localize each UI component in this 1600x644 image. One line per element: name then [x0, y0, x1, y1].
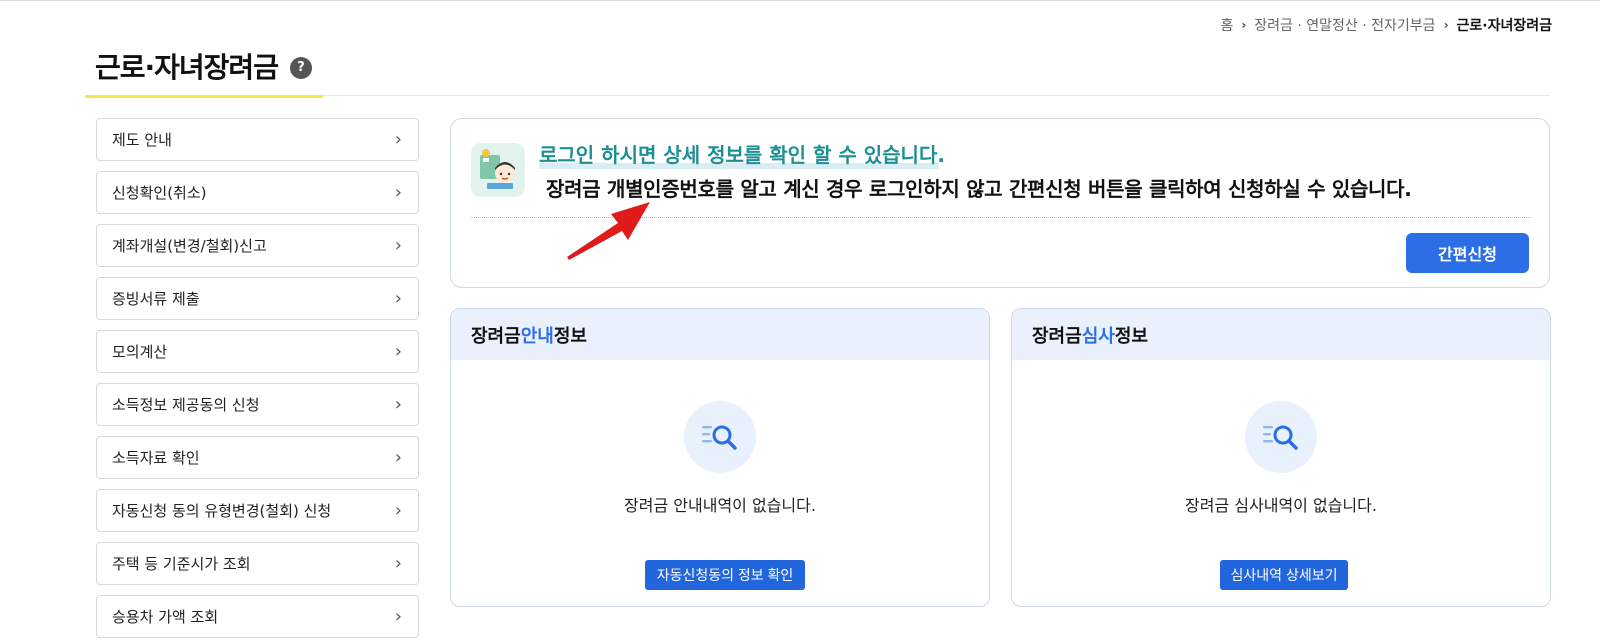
- breadcrumb: 홈 › 장려금 · 연말정산 · 전자기부금 › 근로·자녀장려금: [1220, 15, 1552, 35]
- sidebar-item-application-check[interactable]: 신청확인(취소) ›: [96, 171, 419, 214]
- sidebar-item-document-submit[interactable]: 증빙서류 제출 ›: [96, 277, 419, 320]
- auto-apply-consent-button[interactable]: 자동신청동의 정보 확인: [645, 560, 805, 590]
- guide-empty-message: 장려금 안내내역이 없습니다.: [624, 496, 816, 515]
- chevron-right-icon: ›: [394, 446, 402, 468]
- login-description: 장려금 개별인증번호를 알고 계신 경우 로그인하지 않고 간편신청 버튼을 클…: [546, 177, 1412, 201]
- sidebar-item-label: 모의계산: [112, 343, 168, 361]
- chevron-right-icon: ›: [394, 393, 402, 415]
- card-title-prefix: 장려금: [471, 325, 521, 347]
- page-title: 근로·자녀장려금: [95, 51, 279, 84]
- chevron-right-icon: ›: [394, 605, 402, 627]
- guide-card-title: 장려금 안내 정보: [451, 309, 989, 360]
- chevron-right-icon: ›: [394, 181, 402, 203]
- chevron-right-icon: ›: [394, 234, 402, 256]
- card-title-accent: 심사: [1081, 325, 1115, 347]
- card-title-accent: 안내: [520, 325, 554, 347]
- top-border: [0, 0, 1600, 1]
- sidebar-item-label: 계좌개설(변경/철회)신고: [112, 237, 267, 255]
- sidebar-item-auto-apply-change[interactable]: 자동신청 동의 유형변경(철회) 신청 ›: [96, 489, 419, 532]
- sidebar-item-label: 증빙서류 제출: [112, 290, 200, 308]
- breadcrumb-current: 근로·자녀장려금: [1456, 18, 1552, 34]
- sidebar-item-label: 소득정보 제공동의 신청: [112, 396, 260, 414]
- sidebar-item-income-consent[interactable]: 소득정보 제공동의 신청 ›: [96, 383, 419, 426]
- breadcrumb-separator-icon: ›: [1443, 18, 1449, 32]
- sidebar-item-system-guide[interactable]: 제도 안내 ›: [96, 118, 419, 161]
- sidebar-item-label: 제도 안내: [112, 131, 172, 149]
- sidebar-item-house-price[interactable]: 주택 등 기준시가 조회 ›: [96, 542, 419, 585]
- card-title-prefix: 장려금: [1032, 325, 1082, 347]
- chevron-right-icon: ›: [394, 340, 402, 362]
- sidebar-menu: 제도 안내 › 신청확인(취소) › 계좌개설(변경/철회)신고 › 증빙서류 …: [96, 118, 419, 644]
- review-detail-button[interactable]: 심사내역 상세보기: [1220, 560, 1348, 590]
- review-card-title: 장려금 심사 정보: [1012, 309, 1550, 360]
- sidebar-item-account-report[interactable]: 계좌개설(변경/철회)신고 ›: [96, 224, 419, 267]
- card-title-suffix: 정보: [553, 325, 587, 347]
- page-header: 근로·자녀장려금 ?: [95, 46, 312, 86]
- breadcrumb-home[interactable]: 홈: [1220, 15, 1233, 35]
- help-icon[interactable]: ?: [289, 56, 312, 79]
- sidebar-item-label: 자동신청 동의 유형변경(철회) 신청: [112, 502, 332, 520]
- card-title-suffix: 정보: [1114, 325, 1148, 347]
- person-laptop-icon: [471, 143, 525, 197]
- login-headline: 로그인 하시면 상세 정보를 확인 할 수 있습니다.: [539, 143, 945, 167]
- chevron-right-icon: ›: [394, 552, 402, 574]
- breadcrumb-level2[interactable]: 장려금 · 연말정산 · 전자기부금: [1254, 15, 1435, 35]
- sidebar-item-label: 승용차 가액 조회: [112, 608, 219, 626]
- sidebar-item-label: 신청확인(취소): [112, 184, 207, 202]
- sidebar-item-label: 소득자료 확인: [112, 449, 200, 467]
- document-search-icon: [1245, 401, 1317, 473]
- title-highlight-underline: [85, 95, 323, 98]
- document-search-icon: [684, 401, 756, 473]
- review-info-card: 장려금 심사 정보 장려금 심사내역이 없습니다. 심사내역 상세보기: [1011, 308, 1551, 607]
- review-empty-message: 장려금 심사내역이 없습니다.: [1185, 496, 1377, 515]
- red-arrow-icon: [567, 202, 650, 260]
- sidebar-item-car-price[interactable]: 승용차 가액 조회 ›: [96, 595, 419, 638]
- sidebar-item-simulation[interactable]: 모의계산 ›: [96, 330, 419, 373]
- breadcrumb-separator-icon: ›: [1241, 18, 1247, 32]
- chevron-right-icon: ›: [394, 128, 402, 150]
- guide-info-card: 장려금 안내 정보 장려금 안내내역이 없습니다. 자동신청동의 정보 확인: [450, 308, 990, 607]
- quick-apply-button[interactable]: 간편신청: [1406, 233, 1529, 273]
- sidebar-item-income-data[interactable]: 소득자료 확인 ›: [96, 436, 419, 479]
- chevron-right-icon: ›: [394, 499, 402, 521]
- chevron-right-icon: ›: [394, 287, 402, 309]
- sidebar-item-label: 주택 등 기준시가 조회: [112, 555, 251, 573]
